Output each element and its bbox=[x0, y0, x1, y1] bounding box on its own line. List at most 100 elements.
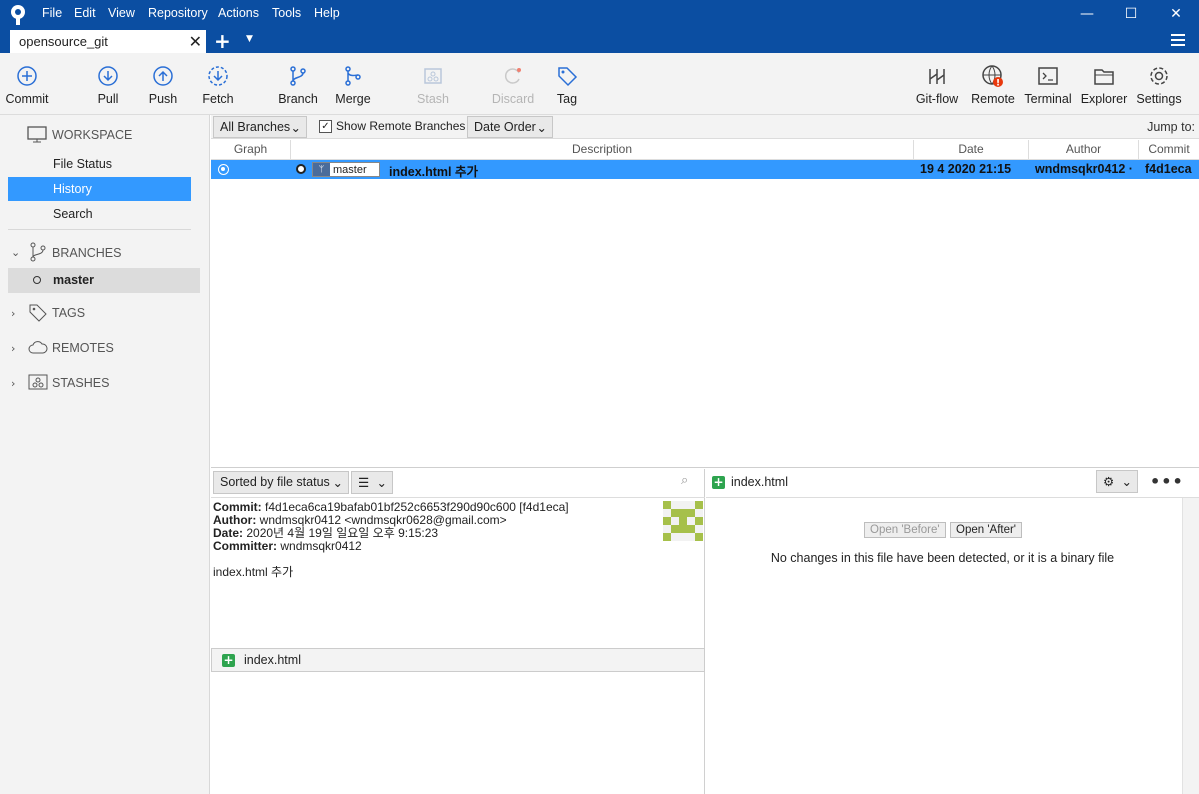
explorer-button[interactable]: Explorer bbox=[1079, 53, 1129, 115]
merge-icon bbox=[345, 66, 361, 86]
commit-button[interactable]: Commit bbox=[0, 53, 54, 115]
diff-file-name: index.html bbox=[731, 475, 788, 489]
chevron-right-icon[interactable]: › bbox=[11, 377, 15, 390]
open-after-button[interactable]: Open 'After' bbox=[950, 522, 1023, 538]
search-icon[interactable]: ⌕ bbox=[681, 473, 688, 488]
repo-tab-label: opensource_git bbox=[19, 34, 108, 49]
divider bbox=[8, 229, 191, 230]
stash-icon bbox=[424, 68, 442, 84]
tag-button[interactable]: Tag bbox=[546, 53, 588, 115]
sidebar-item-history[interactable]: History bbox=[8, 177, 191, 201]
toolbar: Commit Pull Push Fetch Branch Merge Stas… bbox=[0, 53, 1199, 115]
file-list-item[interactable]: + index.html bbox=[211, 648, 705, 672]
branches-icon bbox=[30, 242, 46, 262]
sidebar-item-file-status[interactable]: File Status bbox=[8, 152, 191, 176]
more-options-icon[interactable]: ••• bbox=[1150, 472, 1184, 491]
show-remote-checkbox[interactable]: ✓ bbox=[319, 120, 332, 133]
hamburger-menu-icon[interactable] bbox=[1171, 34, 1185, 46]
remote-button[interactable]: ! Remote bbox=[968, 53, 1018, 115]
new-tab-icon[interactable]: + bbox=[214, 29, 231, 53]
stashes-heading[interactable]: STASHES bbox=[52, 376, 109, 390]
menu-actions[interactable]: Actions bbox=[218, 6, 259, 20]
settings-button[interactable]: Settings bbox=[1134, 53, 1184, 115]
column-graph[interactable]: Graph bbox=[211, 140, 291, 160]
tab-dropdown-icon[interactable]: ▼ bbox=[246, 34, 253, 44]
commit-date: 19 4 2020 21:15 bbox=[920, 162, 1012, 176]
show-remote-label: Show Remote Branches bbox=[336, 119, 466, 133]
sidebar-item-search[interactable]: Search bbox=[8, 202, 191, 226]
table-row[interactable]: ᛘ master index.html 추가 19 4 2020 21:15 w… bbox=[211, 160, 1199, 179]
menu-file[interactable]: File bbox=[42, 6, 62, 20]
menu-help[interactable]: Help bbox=[314, 6, 340, 20]
chevron-down-icon: ⌄ bbox=[376, 476, 387, 490]
column-author[interactable]: Author bbox=[1029, 140, 1139, 160]
commit-author: wndmsqkr0412 · bbox=[1035, 162, 1133, 176]
pull-icon bbox=[98, 66, 118, 86]
sort-dropdown[interactable]: Sorted by file status ⌄ bbox=[213, 471, 349, 494]
column-commit[interactable]: Commit bbox=[1139, 140, 1199, 160]
menu-view[interactable]: View bbox=[108, 6, 135, 20]
branch-icon bbox=[290, 66, 306, 86]
stash-button[interactable]: Stash bbox=[411, 53, 455, 115]
discard-button[interactable]: Discard bbox=[488, 53, 538, 115]
sidebar-item-master[interactable]: master bbox=[8, 268, 200, 293]
column-date[interactable]: Date bbox=[914, 140, 1029, 160]
chevron-down-icon: ⌄ bbox=[290, 121, 301, 135]
minimize-icon[interactable]: — bbox=[1076, 3, 1098, 25]
gear-icon: ⚙ bbox=[1103, 475, 1115, 489]
column-description[interactable]: Description bbox=[291, 140, 914, 160]
chevron-down-icon: ⌄ bbox=[332, 476, 343, 490]
view-mode-dropdown[interactable]: ☰ ⌄ bbox=[351, 471, 393, 494]
remotes-heading[interactable]: REMOTES bbox=[52, 341, 114, 355]
commit-hash: f4d1eca bbox=[1145, 162, 1192, 176]
branches-filter-dropdown[interactable]: All Branches ⌄ bbox=[213, 116, 307, 138]
chevron-right-icon[interactable]: › bbox=[11, 307, 15, 320]
gitflow-icon bbox=[929, 69, 945, 84]
branch-button[interactable]: Branch bbox=[276, 53, 320, 115]
fetch-button[interactable]: Fetch bbox=[196, 53, 240, 115]
pull-button[interactable]: Pull bbox=[86, 53, 130, 115]
tag-icon bbox=[558, 67, 578, 87]
diff-pane: + index.html ⚙ ⌄ ••• Open 'Before' Open '… bbox=[706, 469, 1199, 794]
branch-icon: ᛘ bbox=[313, 163, 330, 176]
close-icon[interactable]: ✕ bbox=[1165, 3, 1187, 25]
menu-edit[interactable]: Edit bbox=[74, 6, 96, 20]
push-button[interactable]: Push bbox=[141, 53, 185, 115]
commit-details-pane: Sorted by file status ⌄ ☰ ⌄ ⌕ Commit: f4d1… bbox=[211, 469, 705, 794]
menu-repository[interactable]: Repository bbox=[148, 6, 208, 20]
terminal-button[interactable]: Terminal bbox=[1022, 53, 1074, 115]
tab-close-icon[interactable]: ✕ bbox=[189, 32, 202, 51]
open-before-button[interactable]: Open 'Before' bbox=[864, 522, 946, 538]
filter-bar: All Branches ⌄ ✓ Show Remote Branches Dat… bbox=[211, 115, 1199, 139]
remotes-cloud-icon bbox=[28, 341, 48, 354]
pane-divider bbox=[211, 467, 1199, 468]
repo-tab[interactable]: opensource_git ✕ bbox=[10, 30, 206, 53]
chevron-down-icon[interactable]: ⌄ bbox=[11, 246, 20, 259]
added-file-icon: + bbox=[222, 653, 235, 667]
branch-tag: ᛘ master bbox=[312, 162, 380, 177]
maximize-icon[interactable]: ☐ bbox=[1120, 3, 1142, 25]
tags-heading[interactable]: TAGS bbox=[52, 306, 85, 320]
diff-options-dropdown[interactable]: ⚙ ⌄ bbox=[1096, 470, 1138, 493]
branches-heading[interactable]: BRANCHES bbox=[52, 246, 121, 260]
chevron-right-icon[interactable]: › bbox=[11, 342, 15, 355]
merge-button[interactable]: Merge bbox=[331, 53, 375, 115]
menu-tools[interactable]: Tools bbox=[272, 6, 301, 20]
gear-icon bbox=[1150, 67, 1168, 85]
terminal-icon bbox=[1038, 67, 1058, 85]
date-order-dropdown[interactable]: Date Order ⌄ bbox=[467, 116, 553, 138]
diff-scrollbar[interactable] bbox=[1182, 498, 1199, 794]
jump-to-label[interactable]: Jump to: bbox=[1147, 120, 1195, 134]
workspace-monitor-icon bbox=[27, 126, 47, 143]
discard-icon bbox=[504, 68, 521, 84]
title-bar: File Edit View Repository Actions Tools … bbox=[0, 0, 1199, 53]
gitflow-button[interactable]: Git-flow bbox=[912, 53, 962, 115]
list-icon: ☰ bbox=[358, 476, 370, 490]
svg-text:!: ! bbox=[996, 79, 1000, 88]
sidebar: WORKSPACE File Status History Search ⌄ B… bbox=[0, 115, 210, 794]
remote-globe-icon: ! bbox=[982, 65, 1003, 88]
commit-info: Commit: f4d1eca6ca19bafab01bf252c6653f29… bbox=[213, 500, 569, 579]
sourcetree-logo-icon bbox=[11, 5, 25, 25]
divider bbox=[706, 497, 1199, 498]
avatar bbox=[663, 501, 703, 541]
